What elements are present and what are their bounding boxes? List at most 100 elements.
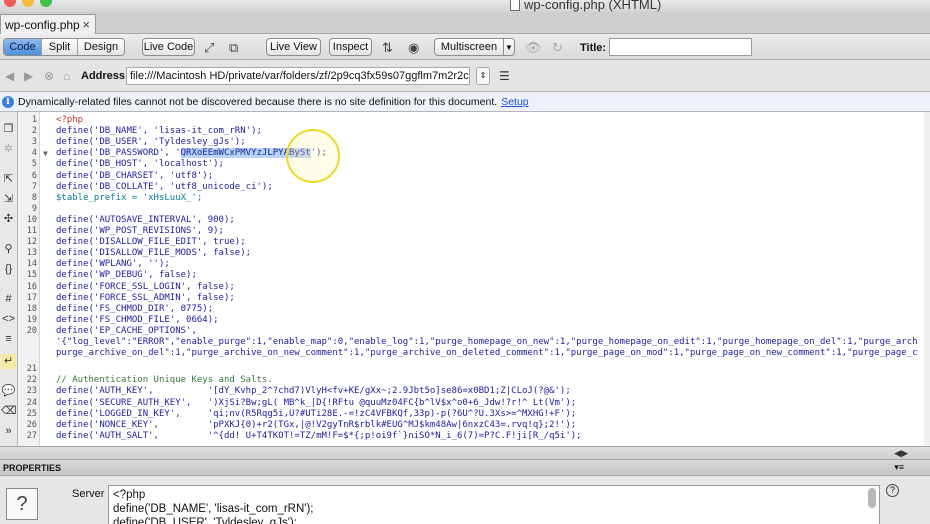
multiscreen-button[interactable]: Multiscreen	[434, 38, 504, 56]
balance-braces-icon[interactable]: {}	[1, 262, 16, 277]
inspect-pointer-icon[interactable]: ⤢	[204, 40, 214, 56]
code-text: define('WPLANG', '');	[56, 259, 170, 270]
syntax-coloring-icon[interactable]: ≡	[1, 332, 16, 347]
code-line[interactable]: 10 define('AUTOSAVE_INTERVAL', 900);	[18, 215, 930, 226]
code-line[interactable]: 21	[18, 364, 930, 375]
home-icon[interactable]: ⌂	[63, 69, 70, 83]
multiscreen-dropdown-icon[interactable]: ▼	[503, 38, 515, 56]
live-view-button[interactable]: Live View	[266, 38, 321, 56]
split-view-button[interactable]: Split	[42, 39, 78, 55]
code-text: define('DISALLOW_FILE_MODS', false);	[56, 248, 252, 259]
code-line[interactable]: 24 define('SECURE_AUTH_KEY', ')XjSi?Bw;gL…	[18, 398, 930, 409]
sync-arrows-icon[interactable]: ⇅	[382, 40, 393, 56]
design-view-button[interactable]: Design	[78, 39, 124, 55]
code-line[interactable]: 7 define('DB_COLLATE', 'utf8_unicode_ci')…	[18, 182, 930, 193]
code-line[interactable]: 2 define('DB_NAME', 'lisas-it_com_rRN');	[18, 126, 930, 137]
refresh-icon[interactable]: ↻	[552, 40, 563, 56]
browser-navigation-options-icon[interactable]: ☰	[499, 69, 510, 83]
panel-splitter[interactable]: ◀▶	[0, 446, 930, 460]
code-line[interactable]: 25 define('LOGGED_IN_KEY', 'qi;nv(R5Rqg5i…	[18, 409, 930, 420]
code-text: purge_archive_on_del":1,"purge_archive_o…	[56, 348, 918, 359]
code-line[interactable]: 9	[18, 204, 930, 215]
highlight-invalid-code-icon[interactable]: <>	[1, 312, 16, 327]
line-number: 10	[26, 214, 37, 225]
tab-close-icon[interactable]: ×	[82, 17, 90, 32]
collapse-panel-icon[interactable]: ◀▶	[894, 448, 908, 459]
unknown-element-icon: ?	[6, 488, 38, 520]
line-number: 24	[26, 397, 37, 408]
line-number: 6	[31, 170, 37, 181]
show-code-navigator-icon[interactable]: ✲	[1, 142, 16, 157]
collapse-full-tag-icon[interactable]: ⇱	[1, 172, 16, 187]
collapse-selection-icon[interactable]: ⇲	[1, 192, 16, 207]
code-line[interactable]: 27 define('AUTH_SALT', '^{dd! U+T4TKOT!=T…	[18, 431, 930, 442]
fold-arrow-icon[interactable]: ▼	[43, 148, 48, 159]
code-line[interactable]: 22 // Authentication Unique Keys and Salt…	[18, 375, 930, 386]
server-field-scrollbar[interactable]	[868, 488, 876, 508]
code-line[interactable]: 20 define('EP_CACHE_OPTIONS',	[18, 326, 930, 337]
setup-link[interactable]: Setup	[501, 96, 528, 108]
code-line[interactable]: 3 define('DB_USER', 'Tyldesley_gJs');	[18, 137, 930, 148]
more-tools-icon[interactable]: »	[1, 424, 16, 439]
code-line[interactable]: 14 define('WPLANG', '');	[18, 259, 930, 270]
code-editor[interactable]: 1 <?php 2 define('DB_NAME', 'lisas-it_com_r…	[18, 112, 930, 446]
title-input[interactable]	[609, 38, 752, 56]
code-line[interactable]: 8 $table_prefix = 'xHsLuuX_';	[18, 193, 930, 204]
properties-panel-header[interactable]: PROPERTIES	[0, 460, 930, 476]
forward-icon[interactable]: ▶	[24, 69, 33, 83]
inspect-button[interactable]: Inspect	[329, 38, 372, 56]
expand-all-icon[interactable]: ✣	[1, 212, 16, 227]
file-management-icon[interactable]: ⧉	[229, 40, 238, 56]
address-history-stepper[interactable]: ⇕	[476, 67, 490, 85]
code-text: define('NONCE_KEY', 'pPXKJ{0)+r2(TGx,|@!…	[56, 419, 577, 430]
code-line[interactable]: 19 define('FS_CHMOD_FILE', 0664);	[18, 315, 930, 326]
visual-aids-icon[interactable]: 👁	[525, 40, 542, 56]
code-line[interactable]: 12 define('DISALLOW_FILE_EDIT', true);	[18, 237, 930, 248]
code-line[interactable]: 1 <?php	[18, 115, 930, 126]
code-text: define('LOGGED_IN_KEY', 'qi;nv(R5Rqg5i,U…	[56, 408, 577, 419]
server-code-field[interactable]: <?php define('DB_NAME', 'lisas-it_com_rR…	[108, 485, 880, 524]
line-numbers-icon[interactable]: #	[1, 292, 16, 307]
editor-scrollbar[interactable]	[924, 112, 930, 446]
code-text: define('AUTH_SALT', '^{dd! U+T4TKOT!=TZ/…	[56, 430, 582, 441]
live-code-button[interactable]: Live Code	[142, 38, 195, 56]
minimize-window-button[interactable]	[22, 0, 34, 7]
code-line[interactable]: purge_archive_on_del":1,"purge_archive_o…	[18, 348, 930, 359]
document-toolbar: Code Split Design Live Code ⤢ ⧉ Live Vie…	[0, 34, 930, 60]
remove-comment-icon[interactable]: ⌫	[1, 404, 17, 419]
code-line[interactable]: 6 define('DB_CHARSET', 'utf8');	[18, 171, 930, 182]
code-line[interactable]: 4 ▼ define('DB_PASSWORD', 'QRXoEEmWCxPMVYz…	[18, 148, 930, 159]
code-text: define('AUTH_KEY', '[dY_Kvhp_2^?chd7)Vly…	[56, 386, 571, 397]
code-line[interactable]: 13 define('DISALLOW_FILE_MODS', false);	[18, 248, 930, 259]
code-text: define('DB_NAME', 'lisas-it_com_rRN');	[56, 126, 262, 137]
apply-comment-icon[interactable]: 💬	[1, 384, 16, 399]
code-line[interactable]: 15 define('WP_DEBUG', false);	[18, 270, 930, 281]
code-line[interactable]: 17 define('FORCE_SSL_ADMIN', false);	[18, 293, 930, 304]
line-number: 8	[31, 192, 37, 203]
address-input[interactable]: file:///Macintosh HD/private/var/folders…	[126, 67, 470, 85]
line-number: 18	[26, 303, 37, 314]
code-view-button[interactable]: Code	[4, 39, 42, 55]
code-line[interactable]: 5 define('DB_HOST', 'localhost');	[18, 159, 930, 170]
back-icon[interactable]: ◀	[5, 69, 14, 83]
code-text: define('EP_CACHE_OPTIONS',	[56, 325, 197, 336]
panel-menu-icon[interactable]: ▾≡	[894, 462, 904, 473]
line-number: 20	[26, 325, 37, 336]
code-line[interactable]: 18 define('FS_CHMOD_DIR', 0775);	[18, 304, 930, 315]
code-text: define('DB_USER', 'Tyldesley_gJs');	[56, 137, 246, 148]
preview-in-browser-icon[interactable]: ◉	[408, 40, 419, 56]
stop-icon[interactable]: ⊗	[44, 69, 54, 83]
select-parent-tag-icon[interactable]: ⚲	[1, 242, 16, 257]
code-line[interactable]: 16 define('FORCE_SSL_LOGIN', false);	[18, 282, 930, 293]
code-line[interactable]: 23 define('AUTH_KEY', '[dY_Kvhp_2^?chd7)V…	[18, 386, 930, 397]
code-line[interactable]: 11 define('WP_POST_REVISIONS', 9);	[18, 226, 930, 237]
code-line[interactable]: '{"log_level":"ERROR","enable_purge":1,"…	[18, 337, 930, 348]
code-text: define('FS_CHMOD_FILE', 0664);	[56, 314, 219, 325]
open-documents-icon[interactable]: ❐	[1, 122, 16, 137]
close-window-button[interactable]	[4, 0, 16, 7]
help-icon[interactable]: ?	[886, 484, 899, 497]
document-tab[interactable]: wp-config.php ×	[0, 14, 96, 34]
zoom-window-button[interactable]	[40, 0, 52, 7]
code-line[interactable]: 26 define('NONCE_KEY', 'pPXKJ{0)+r2(TGx,|…	[18, 420, 930, 431]
word-wrap-icon[interactable]: ↵	[1, 354, 16, 369]
